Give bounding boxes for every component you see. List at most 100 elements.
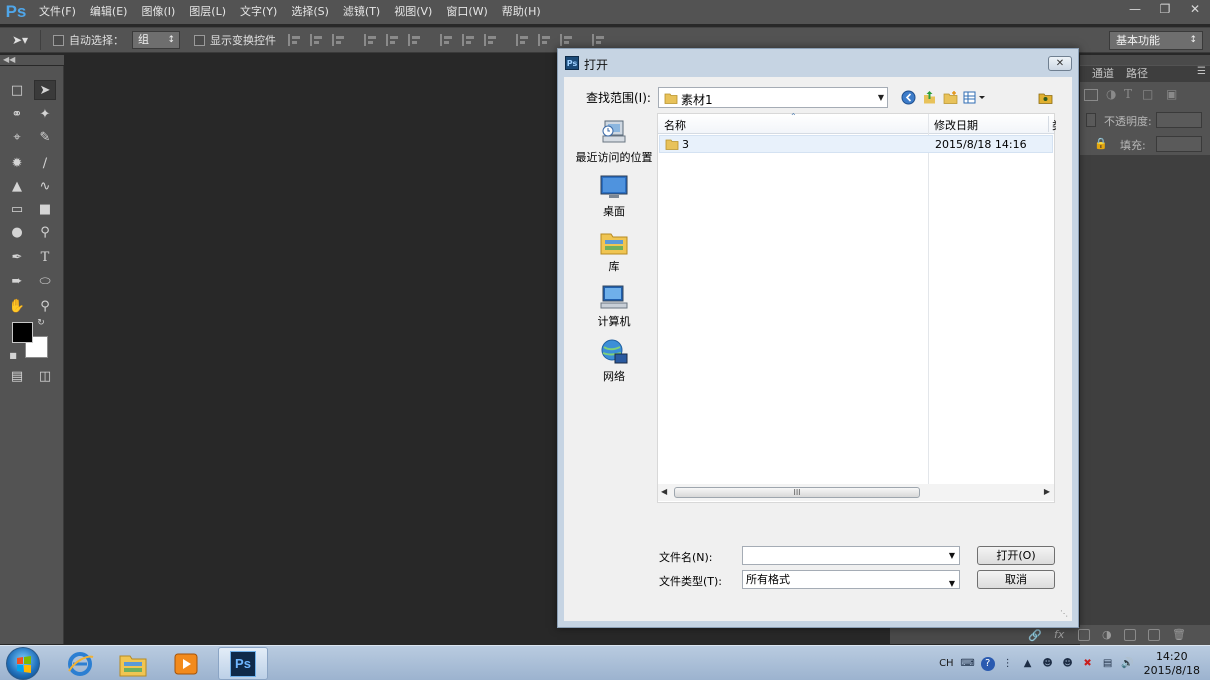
panel-menu-icon[interactable]: ☰: [1197, 66, 1206, 77]
zoom-tool-icon[interactable]: ⚲: [34, 296, 56, 316]
place-computer[interactable]: 计算机: [572, 283, 656, 329]
stamp-tool-icon[interactable]: ▲: [6, 176, 28, 196]
ie-icon[interactable]: [55, 647, 105, 680]
ime-indicator[interactable]: CH: [939, 658, 954, 669]
menu-edit[interactable]: 编辑(E): [83, 0, 135, 24]
magic-wand-tool-icon[interactable]: ✦: [34, 104, 56, 124]
dialog-close-button[interactable]: ✕: [1048, 56, 1072, 71]
tab-channels[interactable]: 通道: [1086, 66, 1120, 82]
volume-icon[interactable]: 🔊: [1121, 657, 1135, 671]
shape-filter-icon[interactable]: □: [1142, 87, 1153, 101]
lasso-tool-icon[interactable]: ⚭: [6, 104, 28, 124]
fill-field[interactable]: [1156, 136, 1202, 152]
minimize-icon[interactable]: —: [1120, 0, 1150, 18]
gradient-tool-icon[interactable]: ■: [34, 199, 56, 219]
type-tool-icon[interactable]: T: [34, 247, 56, 267]
adjustment-filter-icon[interactable]: ◑: [1106, 87, 1116, 101]
distribute-left-icon[interactable]: [516, 34, 530, 46]
dodge-tool-icon[interactable]: ⚲: [34, 222, 56, 242]
place-desktop[interactable]: 桌面: [572, 173, 656, 219]
start-button[interactable]: [6, 647, 40, 680]
distribute-right-icon[interactable]: [560, 34, 574, 46]
align-hcenter-icon[interactable]: [386, 34, 400, 46]
auto-select-checkbox[interactable]: [53, 34, 64, 46]
media-player-icon[interactable]: [162, 647, 212, 680]
crop-tool-icon[interactable]: ⌖: [6, 127, 28, 147]
filename-input[interactable]: ▼: [742, 546, 960, 565]
add-mask-icon[interactable]: [1078, 629, 1090, 641]
distribute-vcenter-icon[interactable]: [462, 34, 476, 46]
help-icon[interactable]: ?: [980, 656, 995, 671]
quick-mask-icon[interactable]: ▤: [6, 366, 28, 386]
blend-mode-stepper[interactable]: [1086, 113, 1096, 127]
favorite-folder-icon[interactable]: [1036, 88, 1054, 106]
chevron-down-icon[interactable]: ▼: [949, 575, 955, 592]
back-icon[interactable]: [899, 88, 917, 106]
swap-colors-icon[interactable]: ↻: [34, 316, 48, 330]
distribute-top-icon[interactable]: [440, 34, 454, 46]
up-folder-icon[interactable]: [920, 88, 938, 106]
opacity-field[interactable]: [1156, 112, 1202, 128]
menu-file[interactable]: 文件(F): [32, 0, 83, 24]
column-date[interactable]: 修改日期: [934, 117, 978, 133]
horizontal-scrollbar[interactable]: ◀ III ▶: [658, 484, 1054, 501]
open-button[interactable]: 打开(O): [977, 546, 1055, 565]
workspace-dropdown[interactable]: 基本功能: [1109, 31, 1203, 50]
look-in-dropdown[interactable]: 素材1 ▼: [658, 87, 888, 108]
explorer-icon[interactable]: [108, 647, 158, 680]
keyboard-icon[interactable]: ⌨: [960, 657, 974, 671]
link-layers-icon[interactable]: 🔗: [1028, 629, 1042, 642]
marquee-tool-icon[interactable]: □: [6, 80, 28, 100]
show-hidden-icons[interactable]: ▲: [1021, 657, 1035, 671]
close-icon[interactable]: ✕: [1180, 0, 1210, 18]
security-alert-icon[interactable]: ✖: [1081, 657, 1095, 671]
scroll-left-icon[interactable]: ◀: [661, 487, 667, 496]
healing-brush-tool-icon[interactable]: ✹: [6, 153, 28, 173]
move-tool-preset-icon[interactable]: ➤▾: [0, 27, 40, 53]
image-filter-icon[interactable]: [1084, 89, 1098, 101]
scroll-right-icon[interactable]: ▶: [1044, 487, 1050, 496]
align-right-icon[interactable]: [408, 34, 422, 46]
auto-align-icon[interactable]: [592, 34, 606, 46]
lock-icon[interactable]: 🔒: [1094, 137, 1108, 150]
align-left-icon[interactable]: [364, 34, 378, 46]
file-list[interactable]: 名称 ⌃ 修改日期 类 3 2015/8/18 14:16 ◀ III ▶: [657, 112, 1056, 503]
tab-paths[interactable]: 路径: [1120, 66, 1154, 82]
table-row[interactable]: 3 2015/8/18 14:16: [659, 135, 1053, 153]
new-folder-icon[interactable]: [941, 88, 959, 106]
screen-mode-icon[interactable]: ◫: [34, 366, 56, 386]
blur-tool-icon[interactable]: ●: [6, 222, 28, 242]
hand-tool-icon[interactable]: ✋: [6, 296, 28, 316]
clock[interactable]: 14:20 2015/8/18: [1144, 650, 1200, 678]
align-bottom-icon[interactable]: [332, 34, 346, 46]
view-menu-icon[interactable]: [962, 88, 988, 106]
menu-select[interactable]: 选择(S): [284, 0, 336, 24]
menu-type[interactable]: 文字(Y): [233, 0, 284, 24]
qq-icon[interactable]: ☻: [1041, 657, 1055, 671]
network-icon[interactable]: ▤: [1101, 657, 1115, 671]
default-colors-icon[interactable]: ■: [6, 348, 20, 362]
type-filter-icon[interactable]: T: [1124, 87, 1132, 101]
align-vcenter-icon[interactable]: [310, 34, 324, 46]
restore-icon[interactable]: ❐: [1150, 0, 1180, 18]
distribute-bottom-icon[interactable]: [484, 34, 498, 46]
fx-icon[interactable]: fx: [1054, 628, 1064, 641]
new-layer-icon[interactable]: [1148, 629, 1160, 641]
filetype-select[interactable]: 所有格式 ▼: [742, 570, 960, 589]
path-selection-tool-icon[interactable]: ➨: [6, 271, 28, 291]
dialog-titlebar[interactable]: Ps 打开 ✕: [558, 49, 1078, 77]
cancel-button[interactable]: 取消: [977, 570, 1055, 589]
brush-tool-icon[interactable]: ∕: [34, 153, 56, 173]
place-libraries[interactable]: 库: [572, 228, 656, 274]
smart-object-filter-icon[interactable]: ▣: [1166, 87, 1177, 101]
chevron-down-icon[interactable]: ▼: [878, 93, 884, 102]
align-top-icon[interactable]: [288, 34, 302, 46]
qq-group-icon[interactable]: ☻: [1061, 657, 1075, 671]
resize-grip-icon[interactable]: ⋱: [1060, 609, 1070, 619]
eyedropper-tool-icon[interactable]: ✎: [34, 127, 56, 147]
adjustment-layer-icon[interactable]: ◑: [1102, 628, 1112, 641]
menu-filter[interactable]: 滤镜(T): [336, 0, 387, 24]
place-network[interactable]: 网络: [572, 338, 656, 384]
move-tool-icon[interactable]: ➤: [34, 80, 56, 100]
scroll-thumb[interactable]: III: [674, 487, 920, 498]
